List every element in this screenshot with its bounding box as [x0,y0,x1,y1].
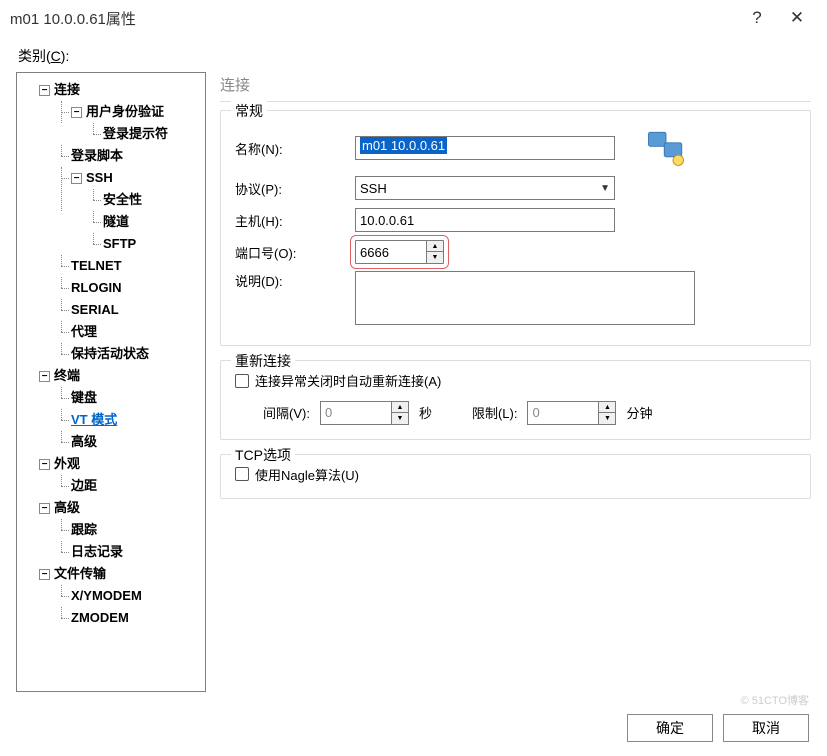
group-reconnect-title: 重新连接 [231,351,295,371]
spin-up-icon[interactable]: ▲ [599,402,615,413]
group-tcp-title: TCP选项 [231,445,295,465]
interval-label: 间隔(V): [263,403,310,422]
spin-up-icon[interactable]: ▲ [392,402,408,413]
limit-unit: 分钟 [626,403,652,422]
auto-reconnect-checkbox[interactable]: 连接异常关闭时自动重新连接(A) [235,371,441,390]
group-general-title: 常规 [231,101,267,121]
expand-icon[interactable]: − [39,569,50,580]
tree-telnet[interactable]: TELNET [71,258,122,273]
tree-ssh[interactable]: SSH [86,170,113,185]
tree-appearance[interactable]: 外观 [54,456,80,471]
expand-icon[interactable]: − [71,107,82,118]
port-label: 端口号(O): [235,243,355,262]
tree-trace[interactable]: 跟踪 [71,522,97,537]
host-input[interactable] [355,208,615,232]
tree-user-auth[interactable]: 用户身份验证 [86,104,164,119]
limit-label: 限制(L): [472,403,518,422]
checkbox-icon [235,374,249,388]
name-input[interactable]: m01 10.0.0.61 [355,136,615,160]
spin-down-icon[interactable]: ▼ [392,413,408,424]
name-label: 名称(N): [235,139,355,158]
tree-keyboard[interactable]: 键盘 [71,390,97,405]
protocol-label: 协议(P): [235,179,355,198]
ok-button[interactable]: 确定 [627,714,713,742]
interval-stepper[interactable]: ▲▼ [320,401,409,425]
tree-xymodem[interactable]: X/YMODEM [71,588,142,603]
tree-rlogin[interactable]: RLOGIN [71,280,122,295]
spin-up-icon[interactable]: ▲ [427,241,443,252]
help-button[interactable]: ? [737,8,777,28]
tree-margin[interactable]: 边距 [71,478,97,493]
group-reconnect: 重新连接 连接异常关闭时自动重新连接(A) 间隔(V): ▲▼ 秒 [220,360,811,440]
expand-icon[interactable]: − [71,173,82,184]
checkbox-icon [235,467,249,481]
interval-unit: 秒 [419,403,432,422]
limit-stepper[interactable]: ▲▼ [527,401,616,425]
panel-header: 连接 [220,72,811,102]
spin-down-icon[interactable]: ▼ [427,252,443,263]
port-input[interactable] [356,241,426,263]
expand-icon[interactable]: − [39,85,50,96]
category-tree[interactable]: −连接 −用户身份验证 登录提示符 登录脚本 −SSH 安全性 隧道 SFTP [16,72,206,692]
tree-vt-mode[interactable]: VT 模式 [71,412,117,427]
tree-logging[interactable]: 日志记录 [71,544,123,559]
chevron-down-icon: ▼ [600,183,610,194]
limit-input[interactable] [528,402,598,424]
tree-serial[interactable]: SERIAL [71,302,119,317]
interval-input[interactable] [321,402,391,424]
tree-file-transfer[interactable]: 文件传输 [54,566,106,581]
desc-textarea[interactable] [355,271,695,325]
tree-tunnel[interactable]: 隧道 [103,214,129,229]
tree-proxy[interactable]: 代理 [71,324,97,339]
settings-panel: 连接 常规 名称(N): m01 10.0.0.61 [220,72,811,692]
tree-terminal[interactable]: 终端 [54,368,80,383]
tree-advanced[interactable]: 高级 [54,500,80,515]
tree-keepalive[interactable]: 保持活动状态 [71,346,149,361]
close-button[interactable]: ✕ [777,8,817,28]
host-label: 主机(H): [235,211,355,230]
tree-zmodem[interactable]: ZMODEM [71,610,129,625]
expand-icon[interactable]: − [39,371,50,382]
connection-icon [645,127,687,169]
desc-label: 说明(D): [235,271,355,290]
category-label: 类别(C): [18,46,811,66]
spin-down-icon[interactable]: ▼ [599,413,615,424]
titlebar: m01 10.0.0.61属性 ? ✕ [0,0,827,36]
nagle-checkbox[interactable]: 使用Nagle算法(U) [235,465,359,484]
watermark: © 51CTO博客 [741,692,809,708]
tree-sftp[interactable]: SFTP [103,236,136,251]
tree-login-prompt[interactable]: 登录提示符 [103,126,168,141]
group-tcp: TCP选项 使用Nagle算法(U) [220,454,811,500]
tree-connection[interactable]: 连接 [54,82,80,97]
port-stepper[interactable]: ▲▼ [355,240,444,264]
expand-icon[interactable]: − [39,503,50,514]
tree-login-script[interactable]: 登录脚本 [71,148,123,163]
tree-advanced-term[interactable]: 高级 [71,434,97,449]
expand-icon[interactable]: − [39,459,50,470]
tree-security[interactable]: 安全性 [103,192,142,207]
protocol-select[interactable]: SSH ▼ [355,176,615,200]
window-title: m01 10.0.0.61属性 [10,8,737,29]
cancel-button[interactable]: 取消 [723,714,809,742]
group-general: 常规 名称(N): m01 10.0.0.61 [220,110,811,346]
